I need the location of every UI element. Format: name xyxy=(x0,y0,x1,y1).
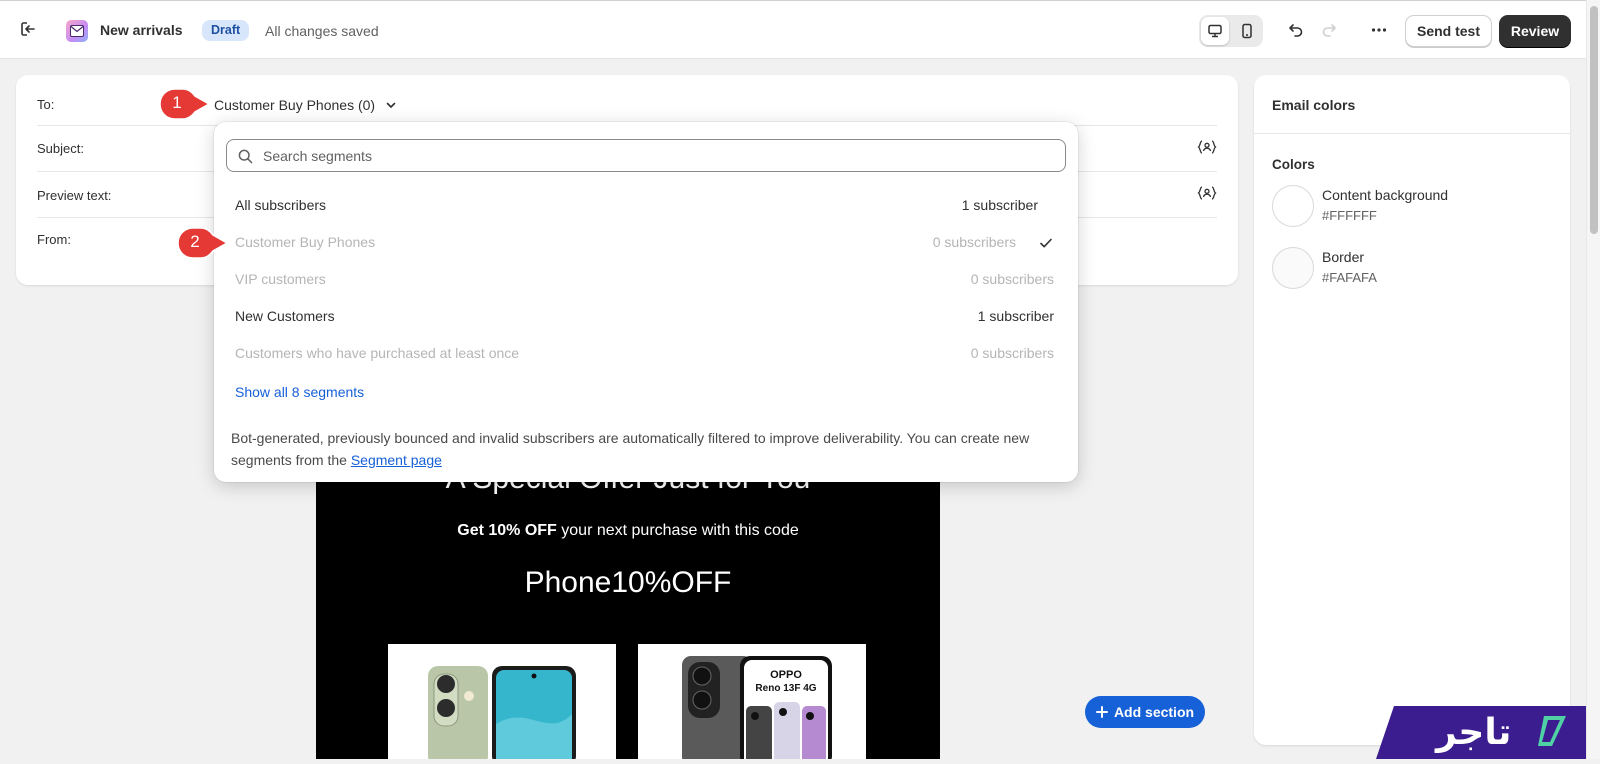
add-section-label: Add section xyxy=(1113,704,1195,720)
more-options-icon[interactable] xyxy=(1366,17,1392,43)
segment-option-all-subscribers[interactable]: All subscribers 1 subscriber xyxy=(214,188,1078,224)
show-all-segments-link[interactable]: Show all 8 segments xyxy=(235,384,364,400)
segment-name: Customer Buy Phones xyxy=(235,234,376,250)
to-value: Customer Buy Phones (0) xyxy=(214,97,376,113)
page-scrollbar[interactable] xyxy=(1586,0,1600,759)
offer-bold: Get 10% OFF xyxy=(457,522,557,539)
preview-text-label: Preview text: xyxy=(37,188,112,203)
page-title: New arrivals xyxy=(100,22,183,38)
plus-icon xyxy=(1095,706,1108,718)
step-number: 2 xyxy=(190,232,200,251)
product-model-label: Reno 13F 4G xyxy=(755,683,817,694)
phone-image-2 xyxy=(682,656,832,764)
product-brand-label: OPPO xyxy=(770,669,802,681)
brand-logo: تاجر xyxy=(1376,706,1586,759)
step-marker-1: 1 xyxy=(158,87,211,121)
border-swatch[interactable] xyxy=(1272,247,1314,289)
panel-title: Email colors xyxy=(1272,97,1356,113)
email-offer-text: Get 10% OFF your next purchase with this… xyxy=(316,522,940,540)
mobile-view-button[interactable] xyxy=(1233,17,1261,45)
email-app-icon xyxy=(66,20,88,42)
to-label: To: xyxy=(37,97,55,112)
brand-logo-text: تاجر xyxy=(1436,712,1512,753)
product-card-1[interactable] xyxy=(388,644,616,764)
desktop-view-button[interactable] xyxy=(1201,17,1229,45)
segment-option-new-customers[interactable]: New Customers 1 subscriber xyxy=(214,299,1078,335)
segment-count: 1 subscriber xyxy=(961,197,1038,213)
mobile-icon xyxy=(1242,23,1252,39)
colors-heading: Colors xyxy=(1272,157,1315,172)
desktop-icon xyxy=(1208,24,1222,38)
to-segment-selector[interactable]: Customer Buy Phones (0) xyxy=(214,97,397,113)
offer-rest: your next purchase with this code xyxy=(556,522,799,539)
search-icon xyxy=(238,149,253,164)
checkmark-icon xyxy=(1040,238,1052,248)
segment-name: New Customers xyxy=(235,308,335,324)
segment-count: 0 subscribers xyxy=(932,234,1016,250)
phone-image-1 xyxy=(428,666,576,764)
device-toggle xyxy=(1199,15,1263,47)
segment-count: 0 subscribers xyxy=(970,271,1054,287)
segment-option-customer-buy-phones[interactable]: Customer Buy Phones 0 subscribers xyxy=(214,225,1078,261)
segment-option-vip-customers[interactable]: VIP customers 0 subscribers xyxy=(214,262,1078,298)
chevron-down-icon xyxy=(386,102,396,108)
personalization-icon[interactable] xyxy=(1197,185,1219,203)
color-hex: #FAFAFA xyxy=(1322,270,1377,285)
segment-option-purchased-once[interactable]: Customers who have purchased at least on… xyxy=(214,336,1078,372)
send-test-button[interactable]: Send test xyxy=(1405,15,1492,47)
segment-search[interactable] xyxy=(226,139,1066,172)
scrollbar-thumb[interactable] xyxy=(1590,6,1598,234)
undo-icon[interactable] xyxy=(1283,17,1309,43)
top-bar: New arrivals Draft All changes saved Sen… xyxy=(0,0,1600,59)
status-badge: Draft xyxy=(202,20,250,41)
search-input[interactable] xyxy=(261,140,1051,171)
from-label: From: xyxy=(37,232,71,247)
segment-count: 1 subscriber xyxy=(977,308,1054,324)
segment-name: Customers who have purchased at least on… xyxy=(235,345,520,361)
discount-code: Phone10%OFF xyxy=(524,566,732,599)
email-colors-panel: Email colors Colors Content background #… xyxy=(1254,75,1570,745)
deliverability-note: Bot-generated, previously bounced and in… xyxy=(231,427,1051,471)
exit-icon[interactable] xyxy=(18,19,40,41)
segment-page-link[interactable]: Segment page xyxy=(351,452,442,468)
color-hex: #FFFFFF xyxy=(1322,208,1377,223)
step-marker-2: 2 xyxy=(176,226,229,260)
subject-label: Subject: xyxy=(37,141,84,156)
review-button[interactable]: Review xyxy=(1499,15,1571,47)
personalization-icon[interactable] xyxy=(1197,139,1219,157)
segment-count: 0 subscribers xyxy=(970,345,1054,361)
add-section-button[interactable]: Add section xyxy=(1085,696,1205,728)
content-background-swatch[interactable] xyxy=(1272,185,1314,227)
save-status: All changes saved xyxy=(265,23,379,39)
step-number: 1 xyxy=(172,93,182,112)
email-preview[interactable]: A Special Offer Just for You Get 10% OFF… xyxy=(316,440,940,764)
segment-dropdown: All subscribers 1 subscriber Customer Bu… xyxy=(214,122,1078,482)
color-name: Border xyxy=(1322,249,1365,265)
product-card-2[interactable]: OPPO Reno 13F 4G xyxy=(638,644,866,764)
segment-name: VIP customers xyxy=(235,271,326,287)
panel-divider xyxy=(1254,133,1570,134)
color-name: Content background xyxy=(1322,187,1449,203)
redo-icon[interactable] xyxy=(1316,17,1342,43)
segment-name: All subscribers xyxy=(235,197,327,213)
